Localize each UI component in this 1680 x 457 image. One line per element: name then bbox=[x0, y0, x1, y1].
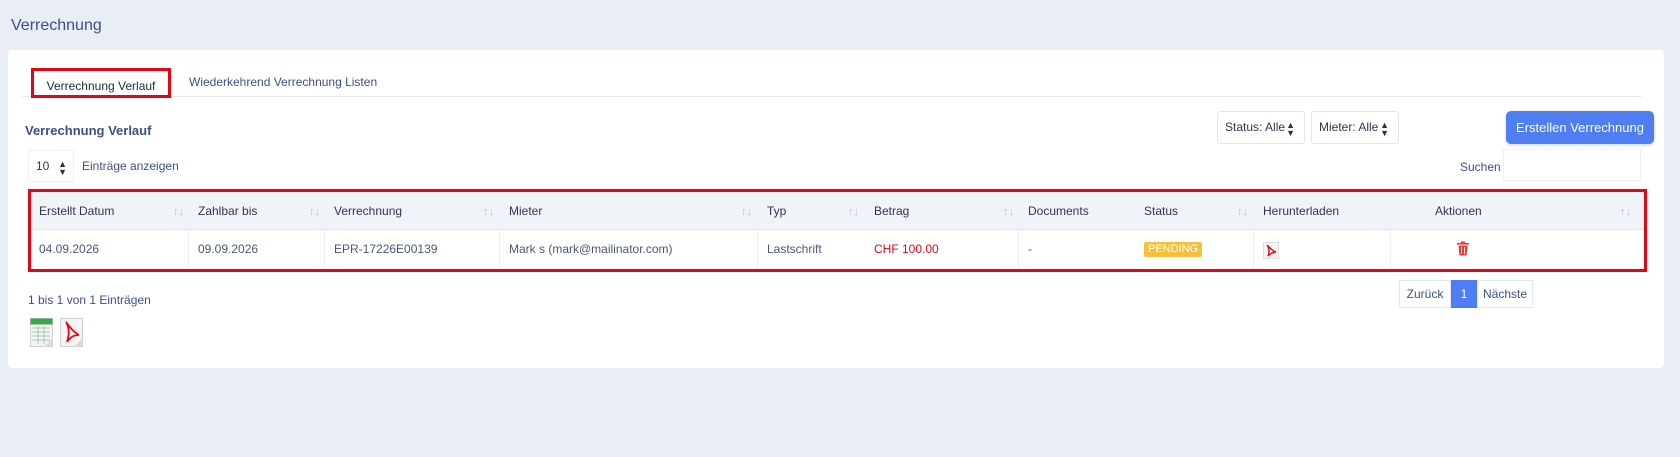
search-input[interactable] bbox=[1503, 149, 1641, 181]
sort-arrows-icon[interactable]: ↑↓ bbox=[173, 192, 184, 232]
select-arrows-icon: ▲ ▼ bbox=[58, 159, 67, 177]
cell-divider bbox=[757, 230, 758, 269]
header-zahlbar-bis[interactable]: Zahlbar bis bbox=[198, 192, 257, 230]
tab-bar: Verrechnung Verlauf Wiederkehrend Verrec… bbox=[22, 68, 1642, 98]
cell-divider bbox=[1018, 230, 1019, 269]
mieter-filter-select[interactable]: Mieter: Alle ▲ ▼ bbox=[1311, 111, 1399, 144]
cell-divider bbox=[1253, 230, 1254, 269]
cell-verrechnung: EPR-17226E00139 bbox=[334, 242, 438, 256]
create-billing-button[interactable]: Erstellen Verrechnung bbox=[1506, 111, 1654, 144]
entries-length-label: Einträge anzeigen bbox=[82, 159, 179, 173]
sort-arrows-icon[interactable]: ↑↓ bbox=[1620, 192, 1631, 232]
header-aktionen: Aktionen bbox=[1435, 204, 1482, 218]
status-filter-value: Status: Alle bbox=[1225, 120, 1286, 134]
billing-card: Verrechnung Verlauf Wiederkehrend Verrec… bbox=[8, 50, 1664, 368]
status-badge: PENDING bbox=[1144, 242, 1203, 257]
table-header-row: Erstellt Datum ↑↓ Zahlbar bis ↑↓ Verrech… bbox=[31, 192, 1644, 230]
table-info: 1 bis 1 von 1 Einträgen bbox=[28, 293, 151, 307]
billing-table: Erstellt Datum ↑↓ Zahlbar bis ↑↓ Verrech… bbox=[28, 189, 1647, 272]
cell-erstellt-datum: 04.09.2026 bbox=[39, 242, 100, 256]
cell-divider bbox=[188, 230, 189, 269]
select-arrows-icon: ▲ ▼ bbox=[1380, 120, 1389, 138]
header-verrechnung[interactable]: Verrechnung bbox=[334, 192, 402, 230]
mieter-filter-value: Mieter: Alle bbox=[1319, 120, 1379, 134]
sort-arrows-icon[interactable]: ↑↓ bbox=[309, 192, 320, 232]
pagination-page-1[interactable]: 1 bbox=[1451, 280, 1477, 308]
header-betrag[interactable]: Betrag bbox=[874, 192, 909, 230]
cell-betrag: CHF 100.00 bbox=[874, 242, 939, 256]
header-mieter[interactable]: Mieter bbox=[509, 192, 542, 230]
section-title: Verrechnung Verlauf bbox=[25, 123, 152, 138]
excel-icon[interactable] bbox=[30, 318, 54, 348]
status-filter-select[interactable]: Status: Alle ▲ ▼ bbox=[1217, 111, 1305, 144]
cell-divider bbox=[499, 230, 500, 269]
cell-typ: Lastschrift bbox=[767, 242, 822, 256]
cell-divider bbox=[324, 230, 325, 269]
page-title: Verrechnung bbox=[11, 17, 102, 34]
header-erstellt-datum[interactable]: Erstellt Datum bbox=[39, 192, 114, 230]
entries-length-select[interactable]: 10 ▲ ▼ bbox=[28, 150, 74, 182]
cell-divider bbox=[1390, 230, 1391, 269]
cell-documents: - bbox=[1028, 242, 1032, 256]
entries-length-value: 10 bbox=[36, 159, 50, 173]
tab-verrechnung-verlauf[interactable]: Verrechnung Verlauf bbox=[31, 68, 171, 98]
header-typ[interactable]: Typ bbox=[767, 192, 786, 230]
pagination-next-button[interactable]: Nächste bbox=[1477, 280, 1533, 308]
header-documents: Documents bbox=[1028, 204, 1089, 218]
pdf-icon[interactable] bbox=[1263, 242, 1279, 259]
tab-wiederkehrend-verrechnung-listen[interactable]: Wiederkehrend Verrechnung Listen bbox=[175, 68, 391, 97]
pdf-icon[interactable] bbox=[60, 318, 84, 348]
sort-arrows-icon[interactable]: ↑↓ bbox=[741, 192, 752, 232]
trash-icon[interactable] bbox=[1456, 241, 1470, 256]
sort-arrows-icon[interactable]: ↑↓ bbox=[848, 192, 859, 232]
cell-mieter: Mark s (mark@mailinator.com) bbox=[509, 242, 673, 256]
sort-arrows-icon[interactable]: ↑↓ bbox=[1003, 192, 1014, 232]
sort-arrows-icon[interactable]: ↑↓ bbox=[483, 192, 494, 232]
header-status[interactable]: Status bbox=[1144, 192, 1178, 230]
pagination-prev-button[interactable]: Zurück bbox=[1399, 280, 1451, 308]
cell-zahlbar-bis: 09.09.2026 bbox=[198, 242, 259, 256]
table-row: 04.09.2026 09.09.2026 EPR-17226E00139 Ma… bbox=[31, 230, 1644, 269]
search-label: Suchen bbox=[1460, 160, 1501, 174]
sort-arrows-icon[interactable]: ↑↓ bbox=[1237, 192, 1248, 232]
select-arrows-icon: ▲ ▼ bbox=[1286, 120, 1295, 138]
header-herunterladen: Herunterladen bbox=[1263, 204, 1340, 218]
